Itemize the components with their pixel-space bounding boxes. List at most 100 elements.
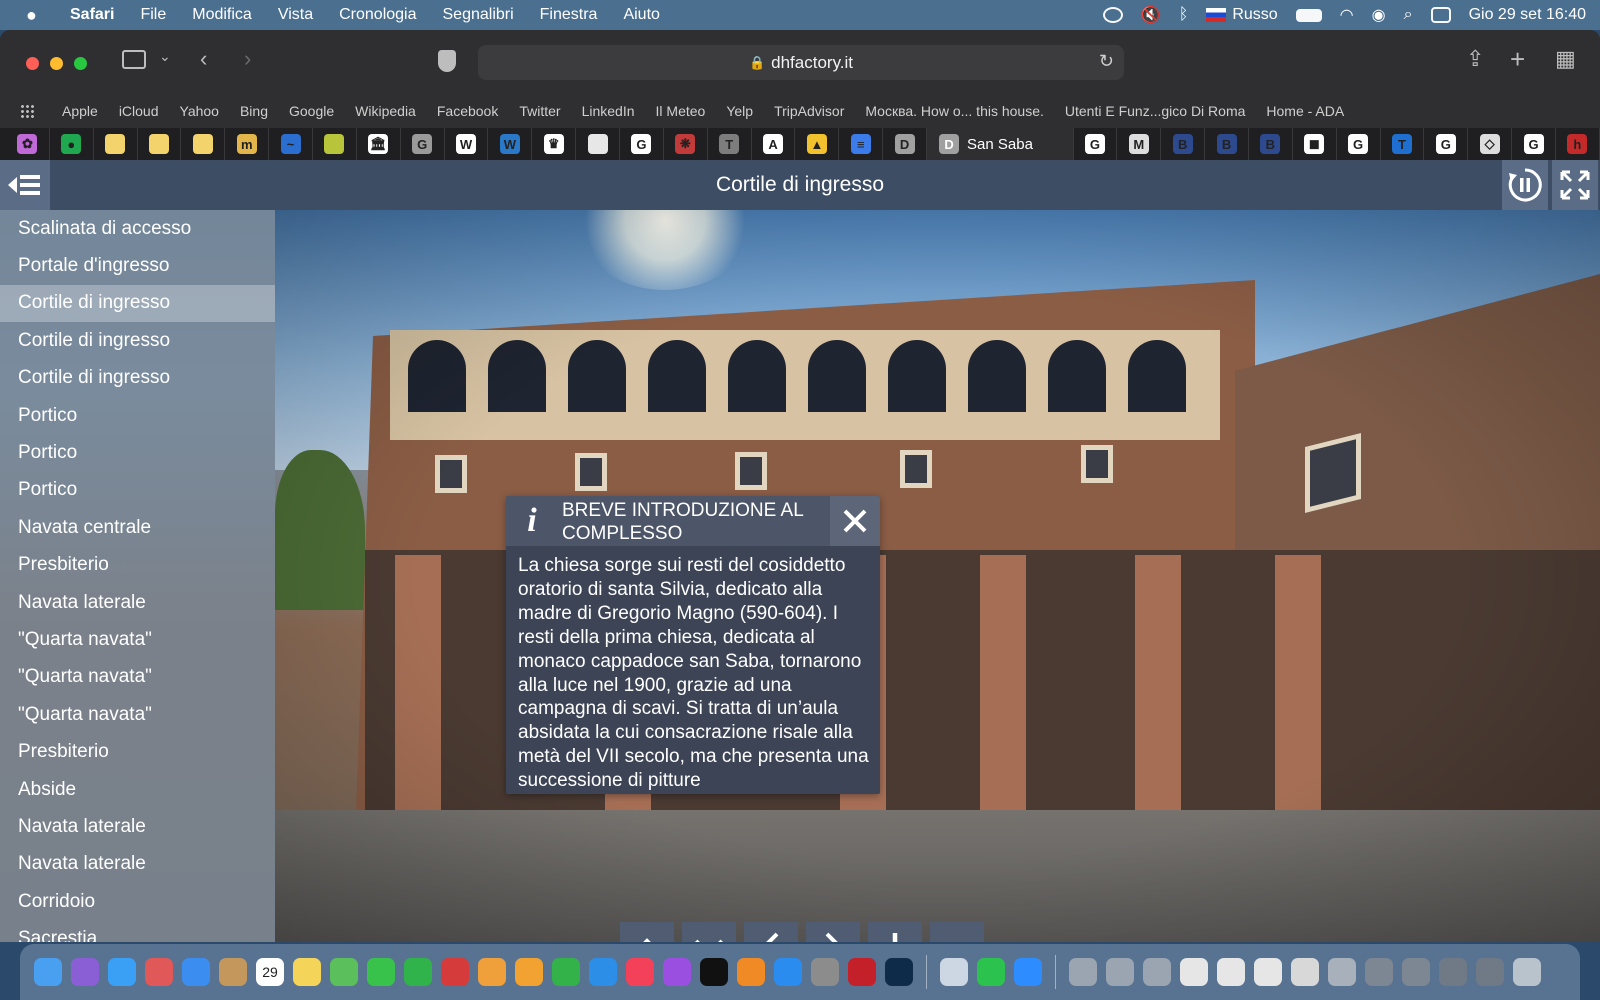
- scene-menu-item[interactable]: Cortile di ingresso: [0, 322, 275, 359]
- recent-document-icon[interactable]: [1365, 958, 1393, 986]
- recent-document-icon[interactable]: [1217, 958, 1245, 986]
- photos-icon[interactable]: [478, 958, 506, 986]
- muted-speaker-icon[interactable]: 🔇: [1141, 5, 1161, 25]
- bookmark-wikipedia[interactable]: Wikipedia: [355, 103, 416, 119]
- bookmark-il-meteo[interactable]: Il Meteo: [656, 103, 706, 119]
- numbers-icon[interactable]: [552, 958, 580, 986]
- recent-document-icon[interactable]: [1069, 958, 1097, 986]
- menu-finestra[interactable]: Finestra: [540, 6, 598, 24]
- bookmark-apple[interactable]: Apple: [62, 103, 98, 119]
- menu-aiuto[interactable]: Aiuto: [623, 6, 659, 24]
- bookmark-linkedin[interactable]: LinkedIn: [582, 103, 635, 119]
- scene-menu-item[interactable]: Navata laterale: [0, 808, 275, 845]
- scene-menu-item[interactable]: Cortile di ingresso: [0, 284, 275, 323]
- scene-menu-item[interactable]: "Quarta navata": [0, 696, 275, 733]
- launchpad-icon[interactable]: [145, 958, 173, 986]
- messages-icon[interactable]: [367, 958, 395, 986]
- bookmark-home-ada[interactable]: Home - ADA: [1266, 103, 1344, 119]
- calendar-icon[interactable]: 29: [256, 958, 284, 986]
- fullscreen-button[interactable]: [1552, 160, 1598, 210]
- bookmark-icloud[interactable]: iCloud: [119, 103, 159, 119]
- bookmark-google[interactable]: Google: [289, 103, 334, 119]
- browser-tab[interactable]: W: [445, 128, 489, 160]
- browser-tab[interactable]: G: [1512, 128, 1556, 160]
- system-preferences-icon[interactable]: [811, 958, 839, 986]
- control-center-icon[interactable]: [1430, 7, 1451, 23]
- browser-tab[interactable]: m: [225, 128, 270, 160]
- keynote-icon[interactable]: [589, 958, 617, 986]
- scene-menu-item[interactable]: Presbiterio: [0, 547, 275, 584]
- browser-tab[interactable]: M: [1117, 128, 1162, 160]
- scene-menu-item[interactable]: Scalinata di accesso: [0, 210, 275, 247]
- scene-menu-item[interactable]: Sacrestia: [0, 920, 275, 942]
- zoom-in-button[interactable]: [868, 922, 922, 942]
- browser-tab[interactable]: ◇: [1468, 128, 1513, 160]
- photo-booth-icon[interactable]: [441, 958, 469, 986]
- bluetooth-icon[interactable]: ᛒ: [1179, 6, 1189, 24]
- browser-tab[interactable]: G: [1337, 128, 1381, 160]
- finder-icon[interactable]: [34, 958, 62, 986]
- look-up-button[interactable]: [620, 922, 674, 942]
- recent-document-icon[interactable]: [1143, 958, 1171, 986]
- app-store-icon[interactable]: [774, 958, 802, 986]
- menu-segnalibri[interactable]: Segnalibri: [443, 6, 514, 24]
- sidebar-toggle-icon[interactable]: [122, 50, 146, 69]
- zoom-out-button[interactable]: [930, 922, 984, 942]
- share-icon[interactable]: ⇪: [1466, 46, 1484, 72]
- browser-tab[interactable]: ≡: [839, 128, 884, 160]
- browser-tab[interactable]: T: [708, 128, 752, 160]
- apple-tv-icon[interactable]: [700, 958, 728, 986]
- privacy-shield-icon[interactable]: [438, 50, 456, 72]
- menu-file[interactable]: File: [140, 6, 166, 24]
- new-tab-plus-icon[interactable]: +: [1510, 44, 1525, 75]
- browser-tab[interactable]: [94, 128, 138, 160]
- browser-tab[interactable]: ❋: [664, 128, 708, 160]
- bookmark-utenti-roma[interactable]: Utenti E Funz...gico Di Roma: [1065, 103, 1246, 119]
- menu-vista[interactable]: Vista: [278, 6, 313, 24]
- reload-icon[interactable]: ↻: [1099, 51, 1114, 72]
- autorotate-pause-button[interactable]: [1502, 160, 1548, 210]
- apple-menu-icon[interactable]: ●: [26, 5, 48, 26]
- recent-document-icon[interactable]: [1402, 958, 1430, 986]
- notes-icon[interactable]: [293, 958, 321, 986]
- music-icon[interactable]: [626, 958, 654, 986]
- recent-document-icon[interactable]: [1476, 958, 1504, 986]
- close-window-button[interactable]: [26, 57, 39, 70]
- pages-icon[interactable]: [515, 958, 543, 986]
- tab-overview-icon[interactable]: ▦: [1555, 46, 1576, 72]
- browser-tab[interactable]: [576, 128, 621, 160]
- browser-tab[interactable]: B: [1161, 128, 1206, 160]
- trash-icon[interactable]: [1513, 958, 1541, 986]
- forward-arrow-icon[interactable]: ›: [244, 46, 251, 72]
- scene-menu-item[interactable]: Portico: [0, 472, 275, 509]
- input-language-indicator[interactable]: Russo: [1206, 6, 1278, 24]
- bookmark-facebook[interactable]: Facebook: [437, 103, 498, 119]
- info-popup-close-button[interactable]: [830, 496, 880, 546]
- recent-document-icon[interactable]: [1439, 958, 1467, 986]
- maps-icon[interactable]: [330, 958, 358, 986]
- browser-tab[interactable]: G: [1424, 128, 1469, 160]
- bookmark-yelp[interactable]: Yelp: [726, 103, 753, 119]
- spotlight-search-icon[interactable]: ⌕: [1404, 6, 1413, 24]
- minimize-window-button[interactable]: [50, 57, 63, 70]
- photoshop-icon[interactable]: [885, 958, 913, 986]
- scene-menu-item[interactable]: Portale d'ingresso: [0, 247, 275, 284]
- zoom-window-button[interactable]: [74, 57, 87, 70]
- preview-icon[interactable]: [940, 958, 968, 986]
- recent-document-icon[interactable]: [1254, 958, 1282, 986]
- mail-icon[interactable]: [182, 958, 210, 986]
- browser-tab[interactable]: ▲: [795, 128, 840, 160]
- browser-tab[interactable]: B: [1205, 128, 1249, 160]
- scene-menu-item[interactable]: Portico: [0, 397, 275, 434]
- podcasts-icon[interactable]: [663, 958, 691, 986]
- chevron-down-icon[interactable]: ⌄: [159, 48, 171, 65]
- contacts-icon[interactable]: [219, 958, 247, 986]
- menu-modifica[interactable]: Modifica: [192, 6, 252, 24]
- browser-tab[interactable]: G: [1074, 128, 1118, 160]
- browser-tab[interactable]: h: [1556, 128, 1600, 160]
- recent-document-icon[interactable]: [1328, 958, 1356, 986]
- recent-document-icon[interactable]: [1106, 958, 1134, 986]
- zoom-icon[interactable]: [1014, 958, 1042, 986]
- favorites-grid-icon[interactable]: [20, 104, 36, 118]
- wifi-icon[interactable]: ◠: [1340, 5, 1354, 25]
